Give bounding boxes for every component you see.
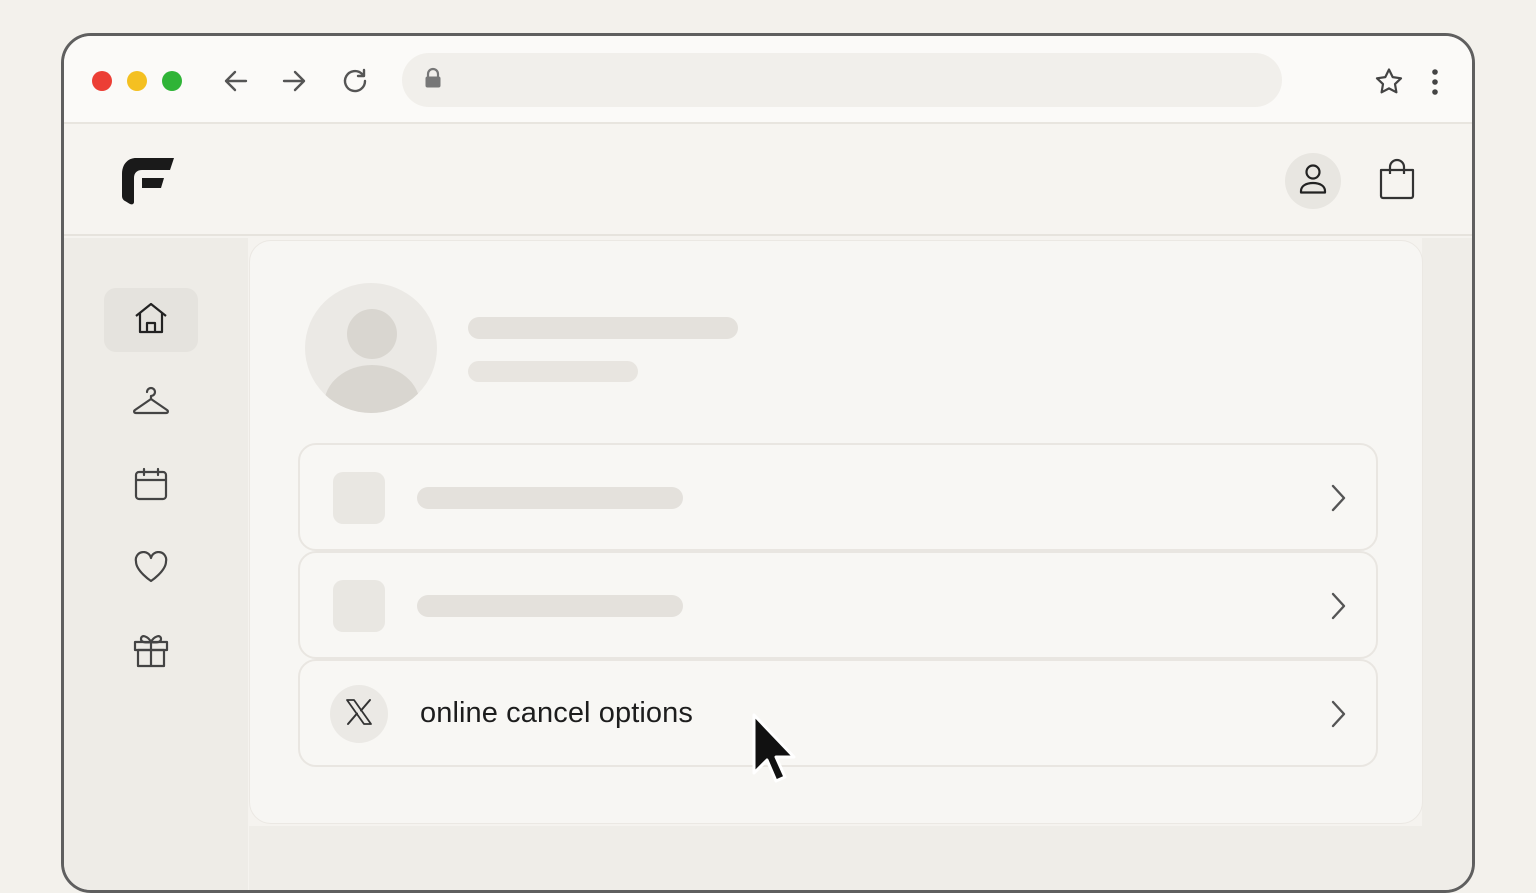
hanger-icon bbox=[132, 385, 170, 422]
gift-icon bbox=[133, 632, 169, 673]
more-vertical-icon[interactable] bbox=[1430, 68, 1440, 96]
profile-name bbox=[468, 317, 738, 339]
list-item[interactable] bbox=[298, 551, 1378, 659]
close-window-button[interactable] bbox=[92, 71, 112, 91]
list-item[interactable] bbox=[298, 443, 1378, 551]
sidebar-item-gifts[interactable] bbox=[104, 620, 198, 684]
brand-logo[interactable] bbox=[122, 156, 176, 211]
address-bar[interactable] bbox=[402, 53, 1282, 107]
account-button[interactable] bbox=[1285, 153, 1341, 209]
back-icon[interactable] bbox=[222, 67, 250, 95]
list-item-icon-placeholder bbox=[333, 472, 385, 524]
chevron-right-icon bbox=[1328, 483, 1348, 518]
sidebar-item-clothing[interactable] bbox=[104, 371, 198, 435]
sidebar-item-home[interactable] bbox=[104, 288, 198, 352]
list-item-icon-placeholder bbox=[333, 580, 385, 632]
content-bottom-area bbox=[249, 826, 1423, 890]
chevron-right-icon bbox=[1328, 591, 1348, 626]
site-header bbox=[64, 124, 1472, 236]
right-gutter bbox=[1422, 238, 1472, 890]
star-icon[interactable] bbox=[1374, 67, 1404, 95]
avatar bbox=[305, 283, 437, 413]
list-item-label bbox=[417, 595, 683, 617]
home-icon bbox=[133, 301, 169, 340]
x-icon bbox=[344, 697, 374, 732]
list-item-label: online cancel options bbox=[420, 697, 693, 729]
browser-toolbar bbox=[64, 36, 1472, 124]
forward-icon[interactable] bbox=[280, 67, 308, 95]
heart-icon bbox=[133, 550, 169, 588]
sidebar bbox=[64, 238, 248, 890]
x-logo-container bbox=[330, 685, 388, 743]
reload-icon[interactable] bbox=[340, 66, 370, 96]
list-item-online-cancel-options[interactable]: online cancel options bbox=[298, 659, 1378, 767]
profile-card: online cancel options bbox=[249, 240, 1423, 824]
profile-subtitle bbox=[468, 361, 638, 382]
sidebar-item-calendar[interactable] bbox=[104, 454, 198, 518]
maximize-window-button[interactable] bbox=[162, 71, 182, 91]
sidebar-item-favorites[interactable] bbox=[104, 537, 198, 601]
mouse-cursor-icon bbox=[750, 712, 796, 789]
minimize-window-button[interactable] bbox=[127, 71, 147, 91]
shopping-bag-icon[interactable] bbox=[1378, 158, 1416, 205]
lock-icon bbox=[424, 67, 442, 94]
list-item-label bbox=[417, 487, 683, 509]
calendar-icon bbox=[134, 467, 168, 506]
user-icon bbox=[1298, 163, 1328, 200]
chevron-right-icon bbox=[1328, 699, 1348, 734]
